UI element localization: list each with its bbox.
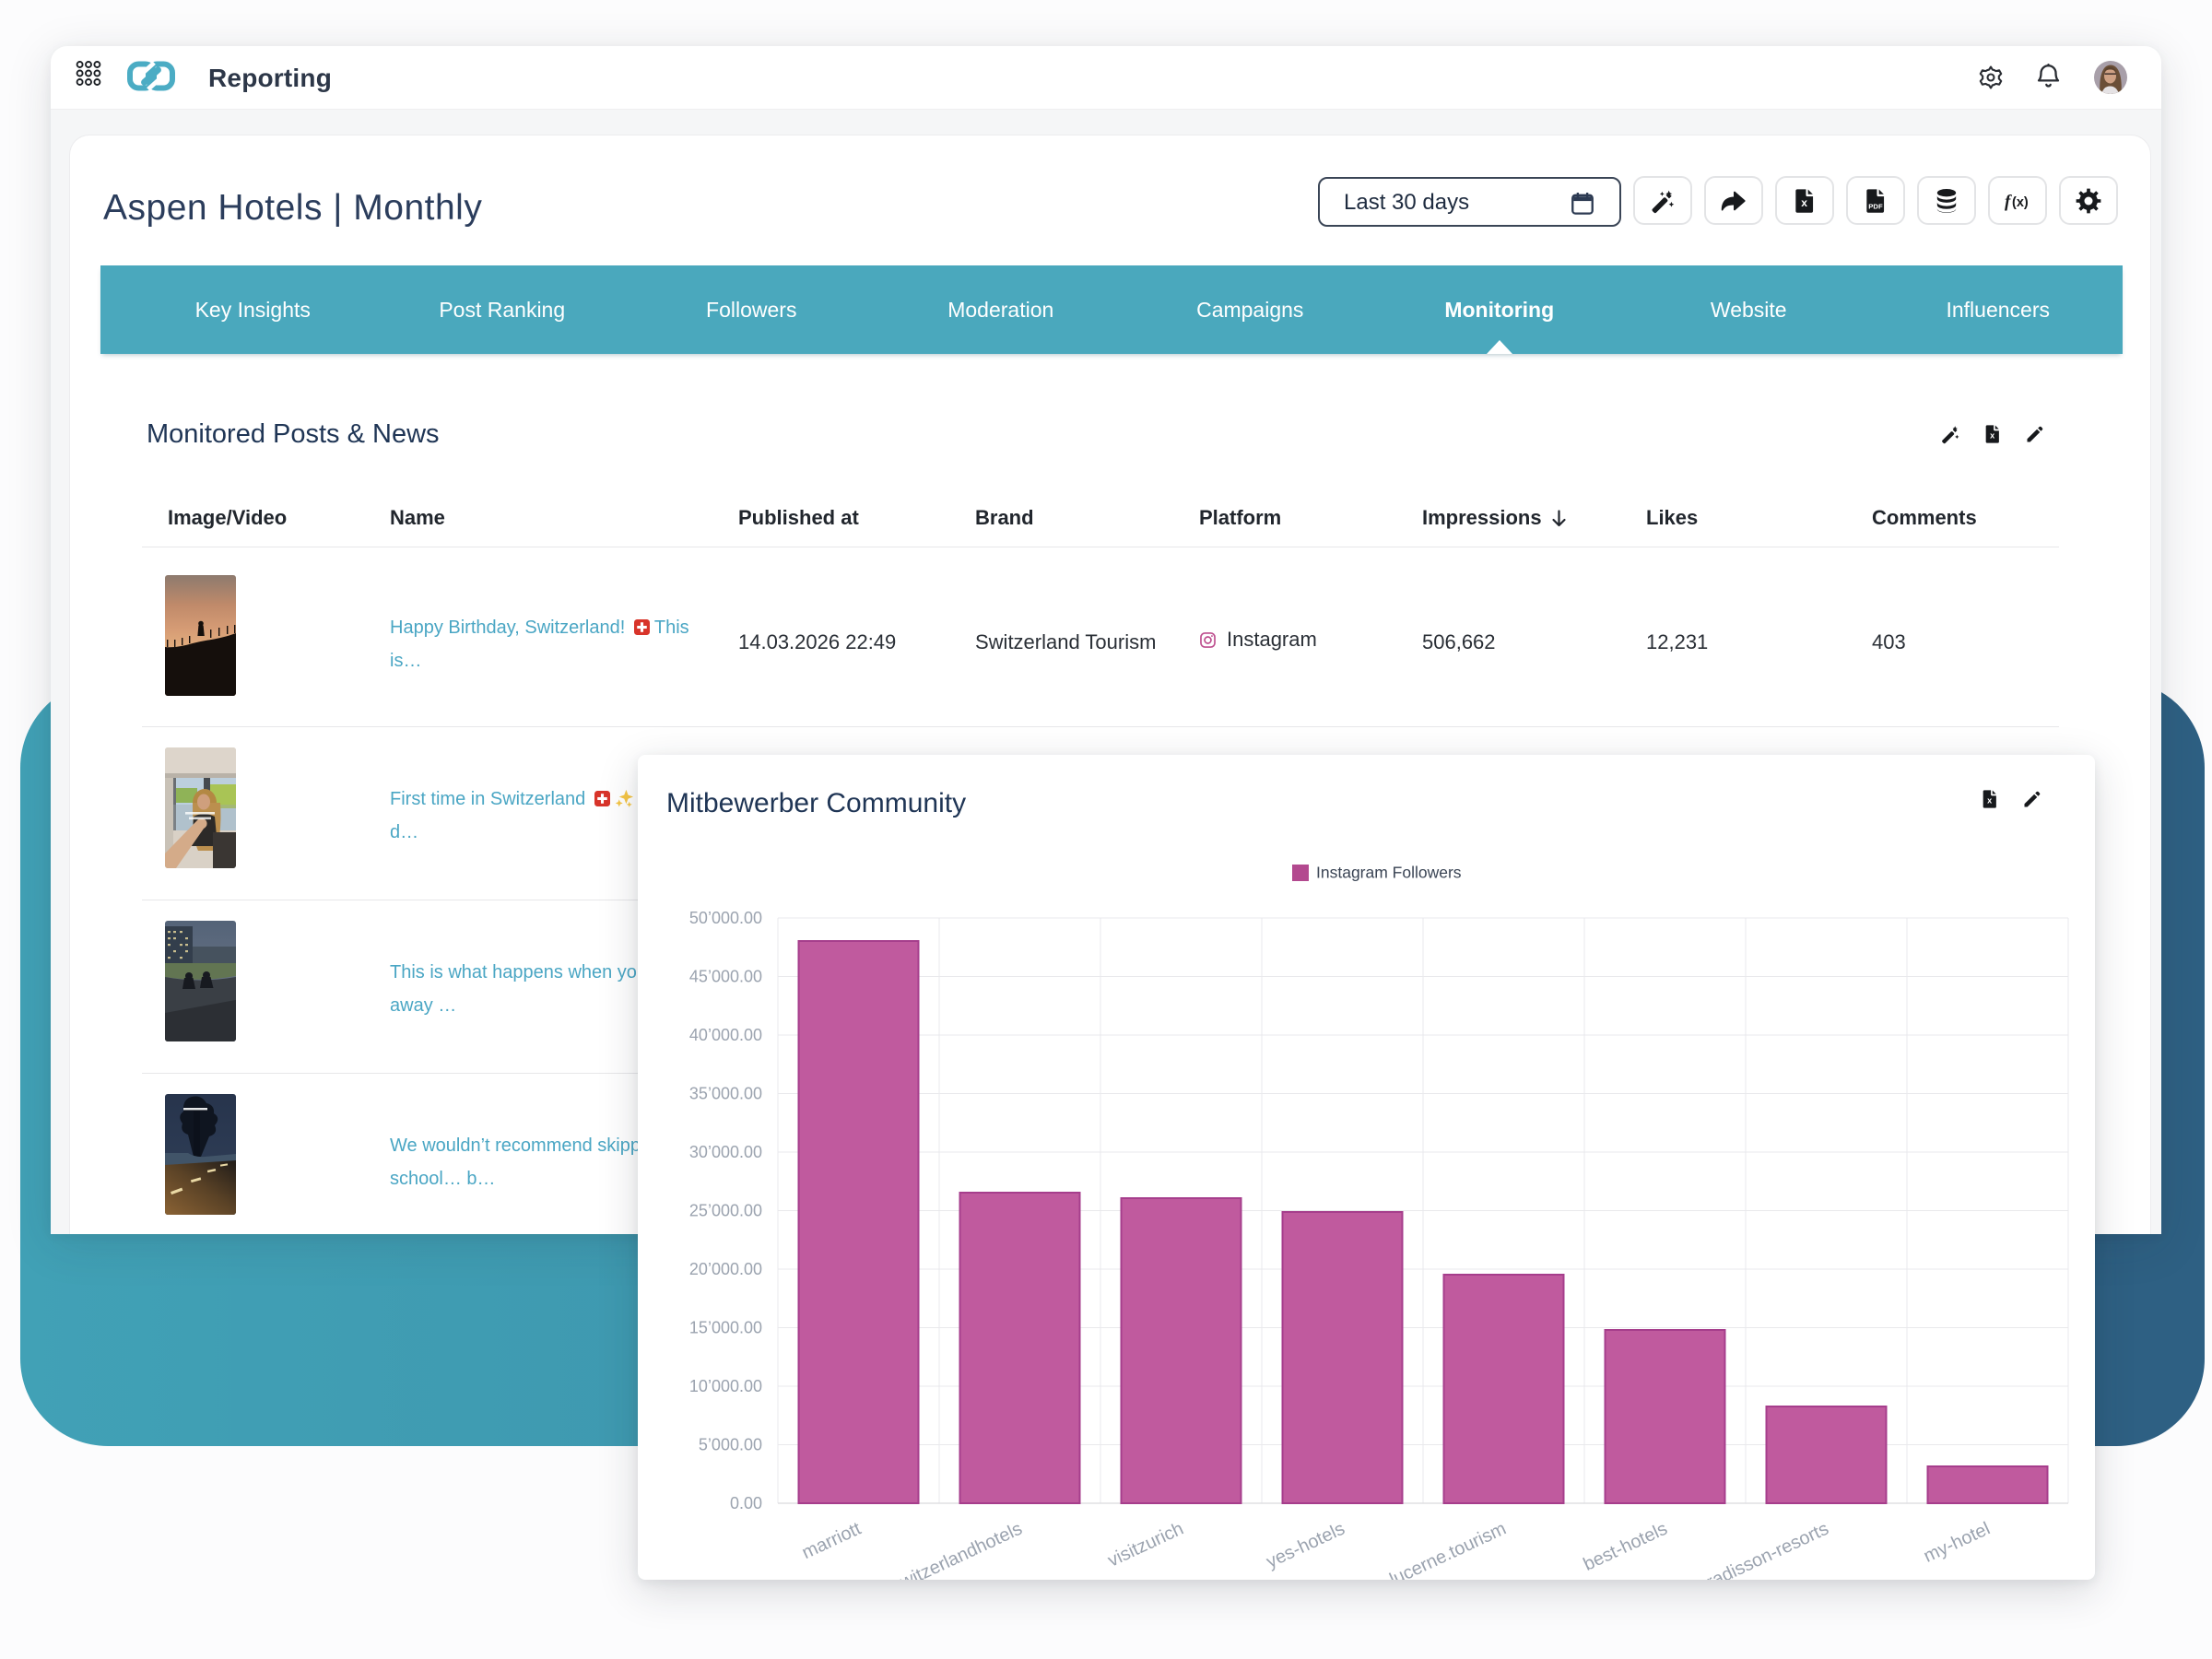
svg-text:best-hotels: best-hotels	[1581, 1519, 1671, 1575]
svg-text:15’000.00: 15’000.00	[689, 1319, 762, 1337]
svg-text:5’000.00: 5’000.00	[699, 1436, 762, 1454]
svg-text:marriott: marriott	[799, 1518, 865, 1563]
svg-text:40’000.00: 40’000.00	[689, 1026, 762, 1044]
svg-text:PDF: PDF	[1868, 202, 1883, 210]
svg-text:Instagram Followers: Instagram Followers	[1316, 864, 1462, 882]
svg-text:my-hotel: my-hotel	[1921, 1519, 1994, 1567]
svg-text:radisson-resorts: radisson-resorts	[1703, 1519, 1831, 1580]
svg-text:25’000.00: 25’000.00	[689, 1202, 762, 1220]
svg-text:45’000.00: 45’000.00	[689, 968, 762, 986]
svg-text:yes-hotels: yes-hotels	[1264, 1519, 1348, 1572]
svg-text:0.00: 0.00	[730, 1494, 762, 1512]
svg-text:visitzurich: visitzurich	[1105, 1519, 1187, 1571]
svg-text:x: x	[1801, 196, 1807, 209]
svg-text:switzerlandhotels: switzerlandhotels	[888, 1519, 1025, 1580]
svg-text:30’000.00: 30’000.00	[689, 1143, 762, 1161]
svg-text:f: f	[2005, 192, 2012, 211]
svg-text:(x): (x)	[2012, 195, 2029, 210]
svg-text:10’000.00: 10’000.00	[689, 1377, 762, 1395]
svg-text:20’000.00: 20’000.00	[689, 1260, 762, 1278]
svg-text:35’000.00: 35’000.00	[689, 1085, 762, 1103]
svg-text:50’000.00: 50’000.00	[689, 909, 762, 927]
svg-text:lucerne.tourism: lucerne.tourism	[1386, 1519, 1509, 1580]
